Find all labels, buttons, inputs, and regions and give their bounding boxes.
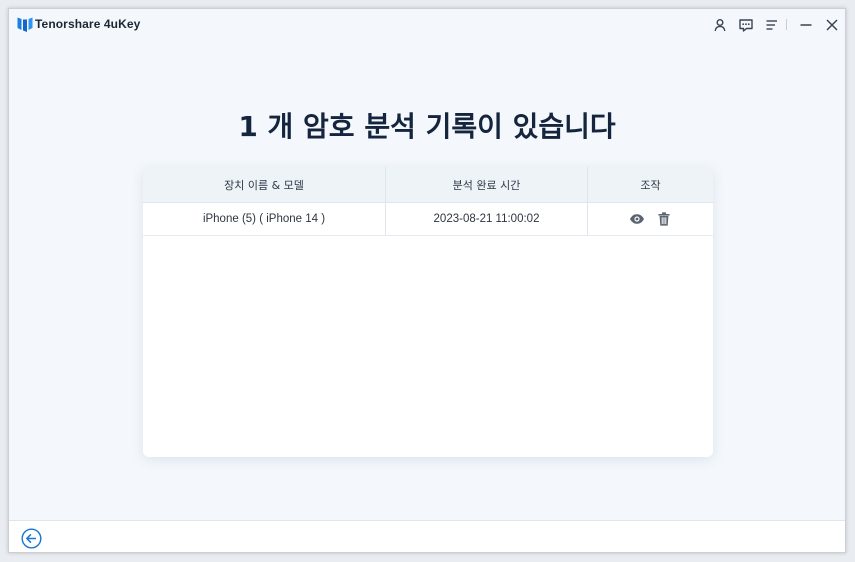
back-arrow-icon[interactable] bbox=[21, 528, 42, 549]
column-header-action: 조작 bbox=[587, 167, 713, 202]
history-table: 장치 이름 & 모델 분석 완료 시간 조작 iPhone (5) ( iPho… bbox=[143, 167, 713, 457]
tenorshare-logo-icon bbox=[17, 17, 33, 32]
titlebar-separator bbox=[786, 19, 787, 30]
footer-bar bbox=[9, 520, 845, 552]
actions-cell bbox=[587, 202, 713, 235]
time-cell: 2023-08-21 11:00:02 bbox=[385, 202, 587, 235]
column-header-device: 장치 이름 & 모델 bbox=[224, 178, 304, 192]
delete-icon[interactable] bbox=[656, 211, 672, 227]
table-header: 장치 이름 & 모델 분석 완료 시간 조작 bbox=[143, 167, 713, 203]
table-row: iPhone (5) ( iPhone 14 ) 2023-08-21 11:0… bbox=[143, 202, 713, 236]
feedback-icon[interactable] bbox=[738, 17, 754, 33]
app-title: Tenorshare 4uKey bbox=[35, 17, 141, 31]
device-cell: iPhone (5) ( iPhone 14 ) bbox=[202, 212, 326, 225]
close-icon[interactable] bbox=[824, 17, 840, 33]
app-window: Tenorshare 4uKey 1 개 암호 분석 기록이 있습니다 장치 이… bbox=[8, 8, 846, 553]
minimize-icon[interactable] bbox=[798, 17, 814, 33]
title-bar: Tenorshare 4uKey bbox=[9, 9, 845, 41]
menu-icon[interactable] bbox=[764, 17, 780, 33]
view-icon[interactable] bbox=[629, 211, 645, 227]
page-title: 1 개 암호 분석 기록이 있습니다 bbox=[238, 110, 616, 143]
account-icon[interactable] bbox=[712, 17, 728, 33]
column-header-time: 분석 완료 시간 bbox=[385, 167, 587, 202]
